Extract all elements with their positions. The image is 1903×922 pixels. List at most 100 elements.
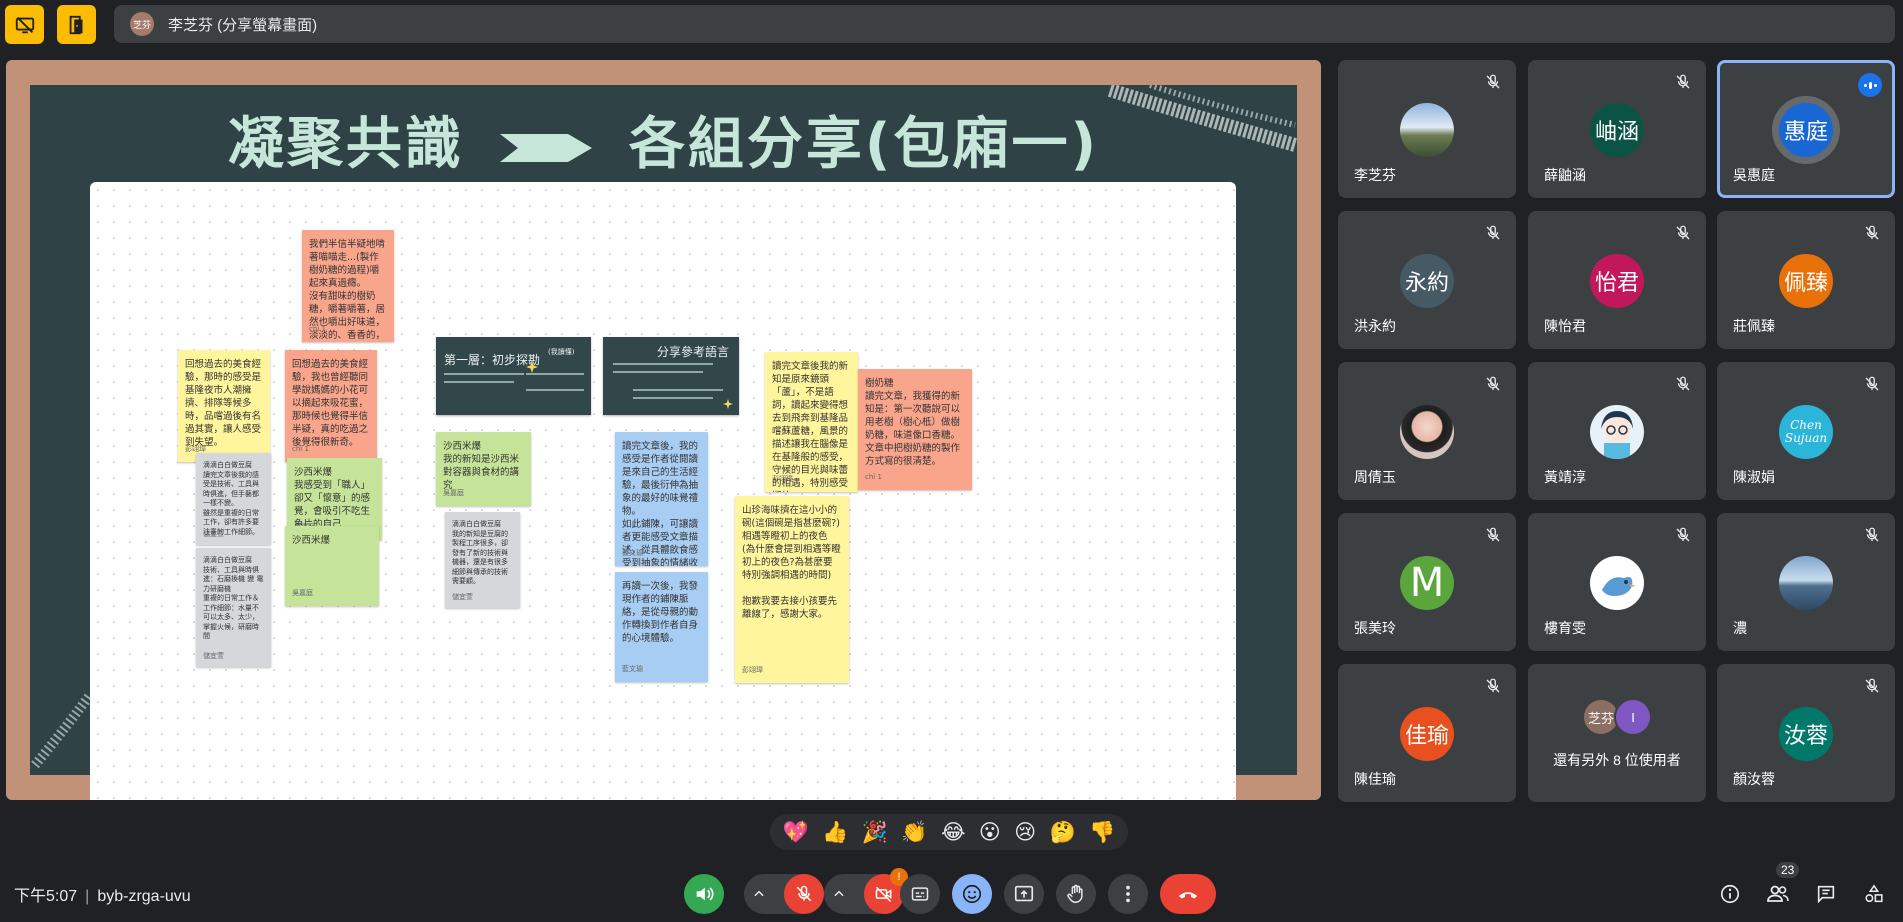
reaction-thumbs-down[interactable]: 👎 <box>1089 820 1115 844</box>
reaction-party[interactable]: 🎉 <box>862 820 888 844</box>
reaction-thinking[interactable]: 🤔 <box>1050 820 1076 844</box>
participant-tile[interactable]: 樓育雯 <box>1528 513 1706 651</box>
mini-slide[interactable]: 第一層：初步探勘 (我讀懂) <box>436 337 591 415</box>
note-text: 再讀一次後，我發現作者的鋪陳脈絡，是從母親的動作轉換到作者自身的心境體驗。 <box>622 581 699 644</box>
meeting-details-icon[interactable] <box>1716 880 1744 908</box>
presenting-status-icon[interactable] <box>5 5 44 44</box>
sticky-note[interactable]: 讀完文章後我的新知是原來鏡頭「蘆」，不是語詞，讀起來變得想去到飛奔到基隆品嚐蘇蘆… <box>765 352 858 492</box>
sticky-note[interactable]: 回想過去的美食經驗，我也曾經聽同學說媽媽的小花可以摘起來吸花蜜，那時候也覺得半信… <box>285 350 377 462</box>
participant-tile-speaking[interactable]: 惠庭 吳惠庭 <box>1717 60 1895 198</box>
speaking-indicator-icon <box>1858 73 1882 97</box>
sticky-note[interactable]: 我們半信半疑地啃著喵喵走...(製作樹奶糖的過程)嚼起來真過癮。 沒有甜味的樹奶… <box>302 230 394 342</box>
activities-icon[interactable] <box>1860 880 1888 908</box>
participant-tile[interactable]: 岫涵 薛鼬涵 <box>1528 60 1706 198</box>
camera-off-icon <box>875 886 892 903</box>
sticky-note[interactable]: 沙西米爆 我的新知是沙西米對容器與食材的講究 吳嘉庭 <box>436 432 531 506</box>
slide-title-left: 凝聚共識 <box>227 112 464 177</box>
participant-tile[interactable]: Chen Sujuan 陳淑娟 <box>1717 362 1895 500</box>
mic-off-icon <box>1676 225 1690 240</box>
sticky-note[interactable]: 滴滴白白做豆腐 讀完文章後我的感受是技術、工具與時俱進，但手藝都一樣不變。 雖然… <box>196 453 271 545</box>
sticky-note[interactable]: 讀完文章後，我的感受是作者從閱讀是來自己的生活經驗，最後衍伸為抽象的最好的味覺禮… <box>615 432 708 566</box>
sticky-note[interactable]: 回想過去的美食經驗，那時的感受是基隆夜市人潮擁擠、排隊等候多時，品嚐過後有名過其… <box>178 350 270 462</box>
note-text: 滴滴白白做豆腐 我的新知是豆腐的製程工序很多，卻發有了新的技術與機器，還是有很多… <box>452 520 508 585</box>
chevron-up-icon[interactable] <box>832 887 846 901</box>
participant-name: 周倩玉 <box>1354 469 1396 485</box>
avatar: 汝蓉 <box>1779 707 1833 761</box>
note-author: chi 1 <box>309 325 326 333</box>
microphone-control[interactable] <box>744 874 824 914</box>
more-participants-tile[interactable]: 芝芬 I 還有另外 8 位使用者 <box>1528 664 1706 802</box>
participant-tile[interactable]: 怡君 陳怡君 <box>1528 211 1706 349</box>
breakout-room-icon[interactable] <box>57 5 96 44</box>
participant-name: 吳惠庭 <box>1733 167 1775 183</box>
jamboard-canvas: 我們半信半疑地啃著喵喵走...(製作樹奶糖的過程)嚼起來真過癮。 沒有甜味的樹奶… <box>90 182 1236 800</box>
captions-button[interactable] <box>900 874 940 914</box>
avatar-logo: Chen Sujuan <box>1779 405 1833 459</box>
participant-name: 黃靖淳 <box>1544 469 1586 485</box>
avatar <box>1400 405 1454 459</box>
mini-slide[interactable]: 分享參考語言 <box>603 337 739 415</box>
more-vert-icon <box>1126 885 1130 903</box>
avatar <box>1779 556 1833 610</box>
meeting-code[interactable]: byb-zrga-uvu <box>97 888 190 905</box>
present-screen-button[interactable] <box>1004 874 1044 914</box>
slide-title: 凝聚共識 各組分享(包廂一) <box>30 99 1297 180</box>
participant-name: 陳怡君 <box>1544 318 1586 334</box>
reaction-heart[interactable]: 💖 <box>783 820 809 844</box>
participant-tile[interactable]: 佩臻 莊佩臻 <box>1717 211 1895 349</box>
sticky-note[interactable]: 山珍海味擠在這小小的碗(這個碗是指甚麼碗?) 相遇等瞪初上的夜色 (為什麼會提到… <box>735 496 849 683</box>
leave-call-button[interactable] <box>1160 874 1216 914</box>
reaction-thumbs-up[interactable]: 👍 <box>822 820 848 844</box>
mic-off-icon <box>1865 376 1879 391</box>
note-author: 吳嘉庭 <box>443 489 464 497</box>
chat-icon[interactable] <box>1812 880 1840 908</box>
sticky-note[interactable]: 再讀一次後，我發現作者的鋪陳脈絡，是從母親的動作轉換到作者自身的心境體驗。 藍文… <box>615 572 708 682</box>
participant-name: 莊佩臻 <box>1733 318 1775 334</box>
sticky-note[interactable]: 滴滴白白做豆腐 技術、工具與時俱進：石磨換機 變 電力研磨機 重複的日常工作＆工… <box>196 548 271 667</box>
audio-output-button[interactable] <box>684 874 724 914</box>
participant-tile[interactable]: 周倩玉 <box>1338 362 1516 500</box>
mic-off-icon <box>1865 225 1879 240</box>
avatar: 岫涵 <box>1590 103 1644 157</box>
sticky-note[interactable]: 沙西米爆 吳嘉庭 <box>285 526 379 606</box>
mic-off-icon <box>1486 74 1500 89</box>
participant-tile[interactable]: 永約 洪永約 <box>1338 211 1516 349</box>
hand-icon <box>1067 884 1083 903</box>
mini-slide-title: 分享參考語言 <box>656 345 729 359</box>
reaction-sad[interactable]: 😢 <box>1014 820 1036 844</box>
chevron-up-icon[interactable] <box>752 887 766 901</box>
reaction-surprised[interactable]: 😮 <box>979 820 1001 844</box>
participant-tile[interactable]: 佳瑜 陳佳瑜 <box>1338 664 1516 802</box>
avatar: 佩臻 <box>1779 254 1833 308</box>
camera-control[interactable]: ! <box>824 868 908 914</box>
participant-tile[interactable]: 濃 <box>1717 513 1895 651</box>
note-author: 藍文瑜 <box>622 665 643 673</box>
people-icon[interactable] <box>1764 880 1792 908</box>
participant-tile[interactable]: 黃靖淳 <box>1528 362 1706 500</box>
note-author: 儲宜萱 <box>203 651 224 660</box>
sticky-note[interactable]: 滴滴白白做豆腐 我的新知是豆腐的製程工序很多，卻發有了新的技術與機器，還是有很多… <box>445 512 520 608</box>
reaction-clap[interactable]: 👏 <box>901 820 927 844</box>
more-options-button[interactable] <box>1108 874 1148 914</box>
avatar: I <box>1614 698 1652 736</box>
mic-off-icon <box>1486 376 1500 391</box>
participant-tile[interactable]: 汝蓉 顏汝蓉 <box>1717 664 1895 802</box>
presenter-bar[interactable]: 芝芬 李芝芬 (分享螢幕畫面) <box>114 5 1895 43</box>
mic-off-icon <box>1676 376 1690 391</box>
note-text: 回想過去的美食經驗，我也曾經聽同學說媽媽的小花可以摘起來吸花蜜，那時候也覺得半信… <box>292 359 369 448</box>
note-text: 滴滴白白做豆腐 技術、工具與時俱進：石磨換機 變 電力研磨機 重複的日常工作＆工… <box>203 556 264 640</box>
sticky-note[interactable]: 樹奶糖 讀完文章，我獲得的新知是：第一次聽說可以用老樹（樹心柢）做樹奶糖，味道像… <box>858 369 972 490</box>
participant-name: 洪永約 <box>1354 318 1396 334</box>
participant-tile[interactable]: 李芝芬 <box>1338 60 1516 198</box>
more-participants-label: 還有另外 8 位使用者 <box>1553 752 1681 768</box>
participant-tile[interactable]: M 張美玲 <box>1338 513 1516 651</box>
avatar <box>1590 405 1644 459</box>
mic-off-icon <box>1676 527 1690 542</box>
note-author: chi 1 <box>865 473 882 481</box>
mic-toggle-button[interactable] <box>784 874 824 914</box>
raise-hand-button[interactable] <box>1056 874 1096 914</box>
emoji-reactions-button[interactable] <box>952 874 992 914</box>
note-text: 回想過去的美食經驗，那時的感受是基隆夜市人潮擁擠、排隊等候多時，品嚐過後有名過其… <box>185 359 262 448</box>
reaction-laugh[interactable]: 😂 <box>941 820 966 844</box>
note-author: 彭翊瑋 <box>742 666 763 674</box>
